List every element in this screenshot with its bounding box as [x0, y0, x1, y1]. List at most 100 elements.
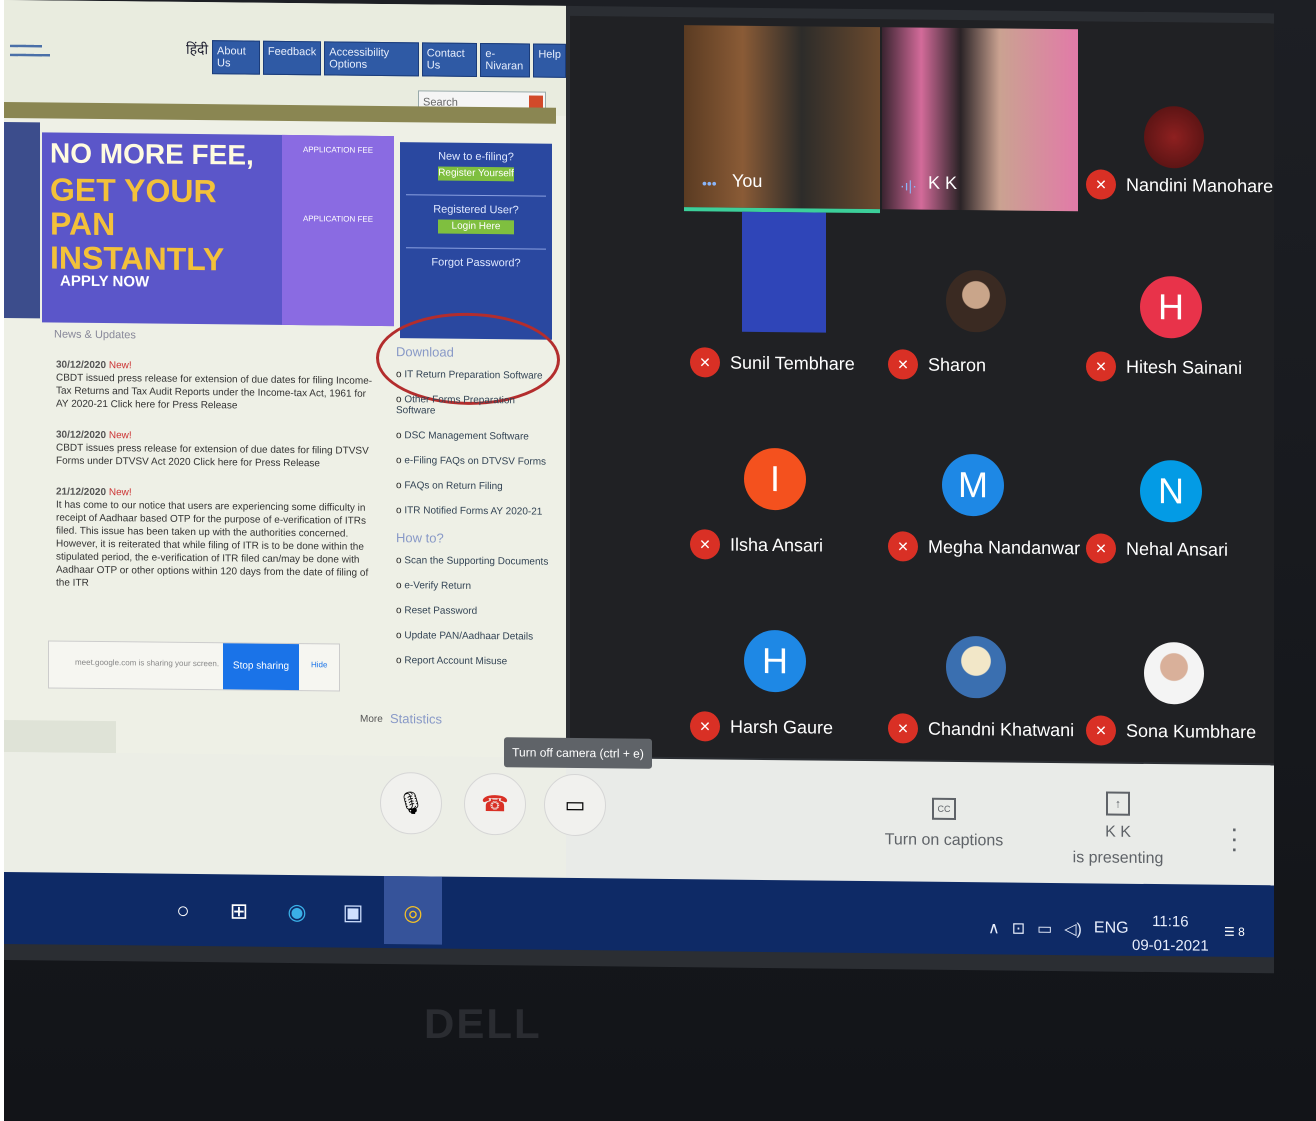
task-view-icon[interactable]: ⊞: [222, 894, 256, 928]
banner-line2: GET YOUR PAN INSTANTLY: [50, 171, 225, 278]
banner-art: APPLICATION FEE APPLICATION FEE: [282, 134, 394, 327]
participant-tile-you[interactable]: ••• You: [684, 25, 880, 214]
avatar: M: [942, 453, 1004, 517]
new-badge: New!: [108, 487, 132, 499]
news-text[interactable]: CBDT issued press release for extension …: [56, 373, 372, 412]
new-badge: New!: [108, 360, 132, 372]
stop-sharing-button[interactable]: Stop sharing: [223, 643, 299, 691]
more-options-icon[interactable]: · · ·: [1230, 813, 1239, 863]
mic-off-icon: ✕: [1086, 715, 1116, 746]
new-badge: New!: [108, 430, 132, 442]
participant-tile[interactable]: H ✕ Harsh Gaure: [684, 571, 880, 753]
participant-tile[interactable]: ✕ Sona Kumbhare: [1080, 575, 1276, 757]
participant-name: Megha Nandanwar: [928, 536, 1081, 559]
news-list: 30/12/2020 New! CBDT issued press release…: [56, 359, 374, 611]
participant-name: Ilsha Ansari: [730, 534, 824, 556]
participant-tile[interactable]: M ✕ Megha Nandanwar: [882, 391, 1081, 573]
avatar: I: [744, 447, 806, 511]
camera-button[interactable]: ▭: [544, 773, 606, 837]
download-link[interactable]: Other Forms Preparation Software: [396, 394, 556, 418]
screen-share-popup: meet.google.com is sharing your screen. …: [48, 640, 340, 692]
clock[interactable]: 11:16 09-01-2021: [1132, 910, 1209, 959]
participant-tile[interactable]: I ✕ Ilsha Ansari: [684, 389, 880, 571]
nav-about[interactable]: About Us: [212, 40, 260, 75]
hang-up-button[interactable]: ☎: [464, 772, 526, 836]
mic-off-icon: ✕: [888, 349, 918, 380]
howto-link[interactable]: Report Account Misuse: [396, 655, 556, 668]
news-title: News & Updates: [54, 328, 136, 342]
download-section: Download IT Return Preparation Software …: [396, 344, 556, 682]
word-icon[interactable]: ▣: [336, 895, 370, 929]
nav-accessibility[interactable]: Accessibility Options: [324, 41, 419, 77]
photo-of-monitor: ▬▬▬▬ ▬▬▬▬▬ हिंदी About Us Feedback Access…: [4, 0, 1316, 1121]
participant-tile[interactable]: H ✕ Hitesh Sainani: [1080, 211, 1276, 393]
apply-now[interactable]: APPLY NOW: [60, 273, 149, 291]
more-link[interactable]: More: [360, 714, 383, 725]
pan-banner[interactable]: NO MORE FEE, GET YOUR PAN INSTANTLY APPL…: [42, 132, 394, 327]
presenting-button[interactable]: ↑ K K is presenting: [1054, 791, 1182, 872]
nav-help[interactable]: Help: [533, 43, 566, 78]
gov-logo: ▬▬▬▬ ▬▬▬▬▬: [10, 40, 50, 59]
participant-name: K K: [928, 172, 958, 193]
speaking-icon: ·ı|·: [900, 177, 917, 194]
participant-name: Chandni Khatwani: [928, 718, 1075, 741]
download-link[interactable]: e-Filing FAQs on DTVSV Forms: [396, 455, 556, 468]
participant-name: Harsh Gaure: [730, 716, 834, 738]
banner-fee-label: APPLICATION FEE: [302, 145, 374, 155]
hindi-link[interactable]: हिंदी: [186, 40, 208, 59]
avatar: N: [1140, 459, 1202, 523]
register-button[interactable]: Register Yourself: [438, 166, 514, 182]
nav-enivaran[interactable]: e-Nivaran: [480, 42, 531, 78]
participant-name: Nehal Ansari: [1126, 538, 1229, 560]
news-text[interactable]: CBDT issues press release for extension …: [56, 443, 369, 470]
howto-link[interactable]: Update PAN/Aadhaar Details: [396, 630, 556, 643]
mic-off-icon: ✕: [690, 711, 720, 742]
mic-off-icon: ✕: [1086, 351, 1116, 382]
participant-tile[interactable]: ✕ Sunil Tembhare: [684, 207, 880, 389]
download-link[interactable]: ITR Notified Forms AY 2020-21: [396, 505, 556, 518]
participant-tile[interactable]: ✕ Sharon: [882, 209, 1078, 391]
participant-tile[interactable]: ✕ Nandini Manohare: [1080, 29, 1276, 211]
screen: ▬▬▬▬ ▬▬▬▬▬ हिंदी About Us Feedback Access…: [4, 0, 1276, 974]
participant-tile[interactable]: N ✕ Nehal Ansari: [1080, 393, 1276, 575]
speaking-icon: •••: [702, 175, 717, 192]
search-icon[interactable]: ○: [166, 894, 200, 928]
volume-icon[interactable]: ◁): [1064, 919, 1082, 939]
download-link[interactable]: FAQs on Return Filing: [396, 480, 556, 493]
nav-contact[interactable]: Contact Us: [421, 42, 478, 77]
download-link[interactable]: DSC Management Software: [396, 430, 556, 443]
forgot-password-link[interactable]: Forgot Password?: [400, 256, 552, 270]
howto-link[interactable]: Scan the Supporting Documents: [396, 555, 556, 568]
edge-icon[interactable]: ◉: [280, 895, 314, 929]
banner-line1: NO MORE FEE,: [50, 137, 254, 171]
hide-button[interactable]: Hide: [311, 660, 327, 669]
howto-link[interactable]: Reset Password: [396, 605, 556, 618]
camera-tooltip: Turn off camera (ctrl + e): [504, 737, 652, 769]
howto-link[interactable]: e-Verify Return: [396, 580, 556, 593]
phone-icon: ☎: [481, 790, 509, 817]
battery-icon[interactable]: ▭: [1037, 919, 1052, 939]
chevron-up-icon[interactable]: ∧: [988, 918, 1000, 938]
login-button[interactable]: Login Here: [438, 219, 514, 235]
language-indicator[interactable]: ENG: [1094, 919, 1129, 939]
news-item: 30/12/2020 New! CBDT issued press release…: [56, 359, 374, 414]
captions-button[interactable]: CC Turn on captions: [874, 797, 1014, 850]
system-tray: ∧ ⊡ ▭ ◁) ENG: [988, 918, 1129, 939]
chrome-icon[interactable]: ◎: [396, 896, 430, 930]
present-icon: ↑: [1106, 791, 1130, 816]
nav-feedback[interactable]: Feedback: [262, 40, 322, 76]
news-item: 30/12/2020 New! CBDT issues press release…: [56, 429, 374, 471]
participant-tile[interactable]: ✕ Chandni Khatwani: [882, 573, 1078, 755]
download-link[interactable]: IT Return Preparation Software: [396, 369, 556, 382]
top-nav: About Us Feedback Accessibility Options …: [212, 40, 566, 78]
avatar: [946, 635, 1006, 699]
participant-name: Nandini Manohare: [1126, 174, 1274, 197]
microphone-button[interactable]: 🎙: [380, 771, 442, 835]
network-icon[interactable]: ⊡: [1012, 919, 1025, 939]
howto-title: How to?: [396, 530, 444, 546]
news-item: 21/12/2020 New! It has come to our notice…: [56, 486, 374, 593]
mic-off-icon: ✕: [690, 347, 720, 378]
share-popup-text: meet.google.com is sharing your screen.: [75, 657, 220, 669]
participant-tile-kk[interactable]: ·ı|· K K: [882, 27, 1078, 212]
notification-icon[interactable]: ☰ 8: [1224, 925, 1245, 939]
